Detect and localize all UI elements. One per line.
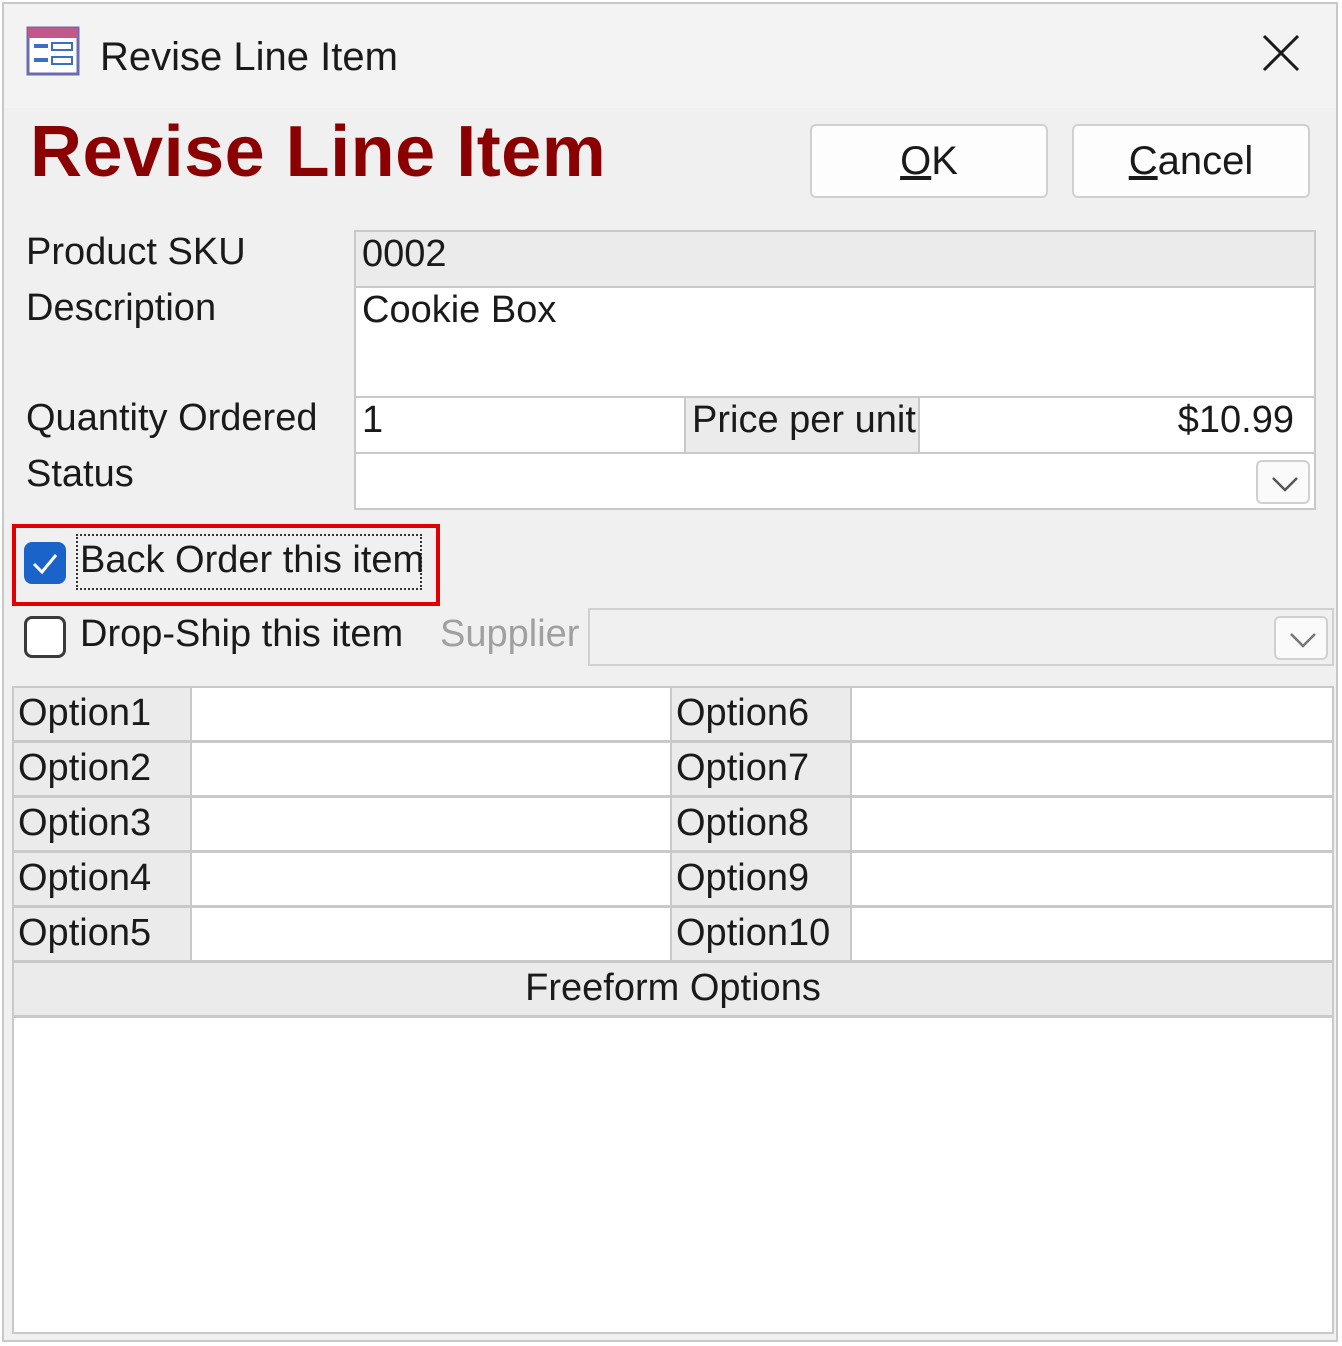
status-dropdown-button[interactable]	[1256, 460, 1310, 504]
window-title: Revise Line Item	[100, 35, 398, 79]
supplier-label: Supplier	[440, 613, 580, 655]
quantity-field[interactable]: 1	[354, 396, 686, 454]
drop-ship-checkbox[interactable]	[24, 616, 66, 658]
supplier-dropdown-button[interactable]	[1274, 616, 1328, 660]
option4-field[interactable]	[190, 851, 672, 907]
ok-button[interactable]: OK	[810, 124, 1048, 198]
option10-field[interactable]	[850, 906, 1334, 962]
option3-field[interactable]	[190, 796, 672, 852]
status-combobox[interactable]	[354, 452, 1316, 510]
option9-field[interactable]	[850, 851, 1334, 907]
form-heading: Revise Line Item	[30, 112, 607, 192]
option-label: Option3	[12, 796, 192, 852]
supplier-combobox[interactable]	[588, 608, 1334, 666]
cancel-label-rest: ancel	[1157, 139, 1254, 183]
option7-field[interactable]	[850, 741, 1334, 797]
option-label: Option7	[670, 741, 852, 797]
highlight-box	[12, 524, 440, 606]
cancel-button[interactable]: Cancel	[1072, 124, 1310, 198]
option-label: Option10	[670, 906, 852, 962]
option-label: Option2	[12, 741, 192, 797]
freeform-options-header: Freeform Options	[12, 961, 1334, 1017]
form-icon	[26, 26, 80, 76]
option-label: Option5	[12, 906, 192, 962]
description-label: Description	[26, 287, 217, 329]
status-label: Status	[26, 453, 134, 495]
sku-field[interactable]: 0002	[354, 230, 1316, 288]
title-bar: Revise Line Item	[4, 4, 1336, 108]
option6-field[interactable]	[850, 686, 1334, 742]
description-field[interactable]: Cookie Box	[354, 286, 1316, 398]
chevron-down-icon	[1272, 477, 1298, 492]
price-label: Price per unit	[684, 396, 920, 454]
drop-ship-label[interactable]: Drop-Ship this item	[80, 612, 403, 656]
revise-line-item-dialog: Revise Line Item Revise Line Item OK Can…	[2, 2, 1338, 1342]
option-label: Option8	[670, 796, 852, 852]
option5-field[interactable]	[190, 906, 672, 962]
ok-label-rest: K	[931, 139, 958, 183]
close-icon[interactable]	[1262, 34, 1300, 72]
sku-label: Product SKU	[26, 231, 246, 273]
option-label: Option4	[12, 851, 192, 907]
ok-mnemonic: O	[900, 139, 932, 183]
option-label: Option9	[670, 851, 852, 907]
freeform-options-field[interactable]	[12, 1016, 1334, 1334]
cancel-mnemonic: C	[1128, 139, 1158, 183]
price-field[interactable]: $10.99	[918, 396, 1316, 454]
quantity-label: Quantity Ordered	[26, 397, 318, 439]
option1-field[interactable]	[190, 686, 672, 742]
option2-field[interactable]	[190, 741, 672, 797]
option-label: Option1	[12, 686, 192, 742]
option-label: Option6	[670, 686, 852, 742]
chevron-down-icon	[1290, 633, 1316, 648]
option8-field[interactable]	[850, 796, 1334, 852]
